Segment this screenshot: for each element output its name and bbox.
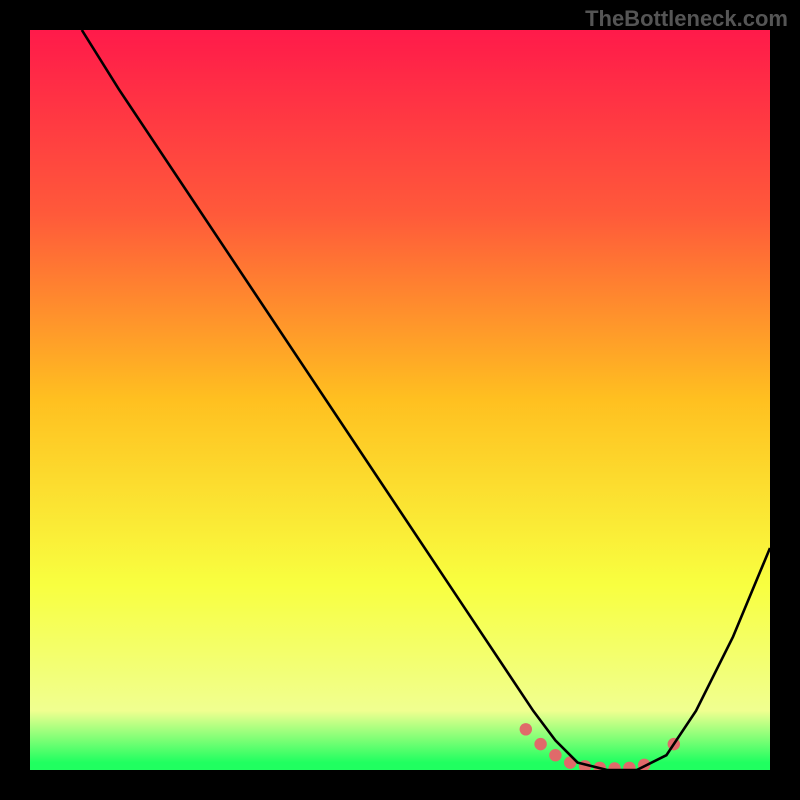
scatter-points [520, 723, 680, 770]
chart-svg [30, 30, 770, 770]
watermark-text: TheBottleneck.com [585, 6, 788, 32]
scatter-point [520, 723, 532, 735]
scatter-point [549, 749, 561, 761]
scatter-point [534, 738, 546, 750]
bottleneck-curve [82, 30, 770, 770]
plot-area [30, 30, 770, 770]
